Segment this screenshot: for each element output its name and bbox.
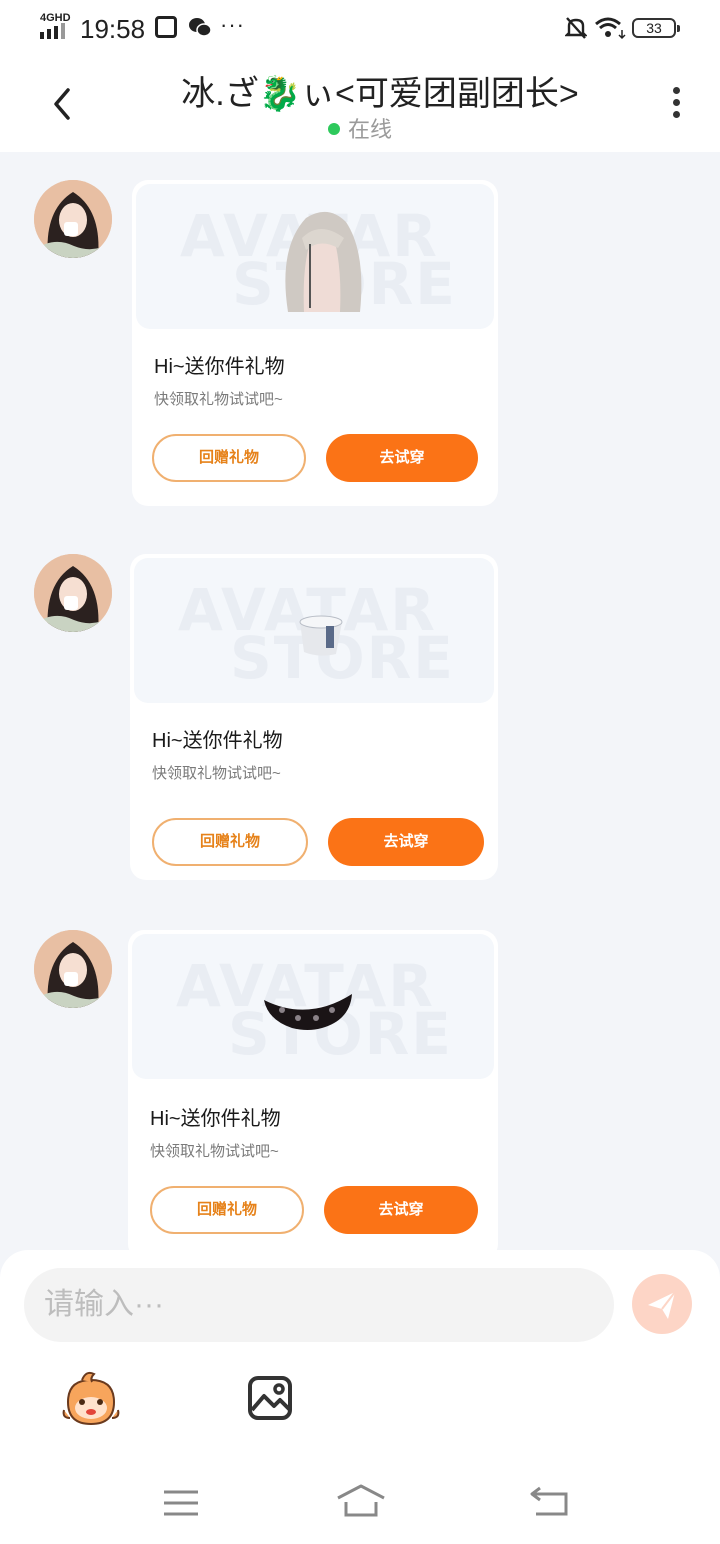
try-on-button[interactable]: 去试穿 xyxy=(326,434,478,482)
signal-icon xyxy=(40,23,65,39)
battery-indicator: 33 xyxy=(632,18,680,38)
avatar-image xyxy=(34,930,112,1008)
send-button[interactable] xyxy=(632,1274,692,1334)
gift-subtitle: 快领取礼物试试吧~ xyxy=(152,765,281,782)
chat-title: 冰.ざ🐉ぃ<可爱团副团长> xyxy=(181,75,579,113)
gift-title: Hi~送你件礼物 xyxy=(154,356,285,378)
sender-avatar[interactable] xyxy=(34,930,112,1008)
avatar-image xyxy=(34,180,112,258)
online-status-label: 在线 xyxy=(347,117,392,142)
more-notifications-icon: ··· xyxy=(220,12,245,37)
chat-header: 冰.ざ🐉ぃ<可爱团副团长> 在线 xyxy=(0,56,720,152)
send-icon xyxy=(648,1291,676,1319)
home-button[interactable] xyxy=(336,1482,386,1518)
avatar-image xyxy=(34,554,112,632)
wechat-icon xyxy=(189,18,212,37)
try-on-button[interactable]: 去试穿 xyxy=(328,818,484,866)
wig-icon xyxy=(285,211,362,312)
gift-title: Hi~送你件礼物 xyxy=(152,730,283,752)
return-gift-button[interactable]: 回赠礼物 xyxy=(150,1186,304,1234)
online-status: 在线 xyxy=(0,112,720,144)
gift-title: Hi~送你件礼物 xyxy=(150,1108,281,1130)
system-navigation-bar xyxy=(0,1460,720,1544)
more-options-button[interactable] xyxy=(664,84,688,124)
gift-preview[interactable]: AVATAR STORE xyxy=(132,934,494,1079)
sticker-button[interactable] xyxy=(60,1368,122,1430)
mask-icon xyxy=(264,994,352,1030)
online-dot-icon xyxy=(327,123,340,135)
mute-bell-icon xyxy=(565,17,587,39)
dot-icon xyxy=(672,99,680,106)
notification-icon xyxy=(155,16,177,38)
hat-icon xyxy=(299,615,343,656)
message-input[interactable] xyxy=(24,1268,614,1342)
sender-avatar[interactable] xyxy=(34,180,112,258)
system-back-button[interactable] xyxy=(528,1486,570,1518)
gift-preview[interactable]: AVATAR STORE xyxy=(134,558,494,703)
clock: 19:58 xyxy=(80,14,146,44)
status-bar: 4GHD 19:58 ··· 33 xyxy=(0,0,720,56)
gift-subtitle: 快领取礼物试试吧~ xyxy=(154,391,283,408)
sender-avatar[interactable] xyxy=(34,554,112,632)
return-gift-button[interactable]: 回赠礼物 xyxy=(152,434,306,482)
return-gift-button[interactable]: 回赠礼物 xyxy=(152,818,308,866)
gift-preview[interactable]: AVATAR STORE xyxy=(136,184,494,329)
image-picker-button[interactable] xyxy=(246,1374,294,1422)
dot-icon xyxy=(672,87,680,94)
wifi-icon xyxy=(595,17,626,40)
try-on-button[interactable]: 去试穿 xyxy=(324,1186,478,1234)
gift-card: AVATAR STORE Hi~送你件礼物 快领取礼物试试吧~ 回赠礼物 去试穿 xyxy=(132,180,498,506)
gift-subtitle: 快领取礼物试试吧~ xyxy=(150,1143,279,1160)
dot-icon xyxy=(672,111,680,118)
gift-card: AVATAR STORE Hi~送你件礼物 快领取礼物试试吧~ 回赠礼物 去试穿 xyxy=(130,554,498,880)
recent-apps-button[interactable] xyxy=(162,1488,200,1518)
gift-card: AVATAR STORE Hi~送你件礼物 快领取礼物试试吧~ 回赠礼物 去试穿 xyxy=(128,930,498,1260)
